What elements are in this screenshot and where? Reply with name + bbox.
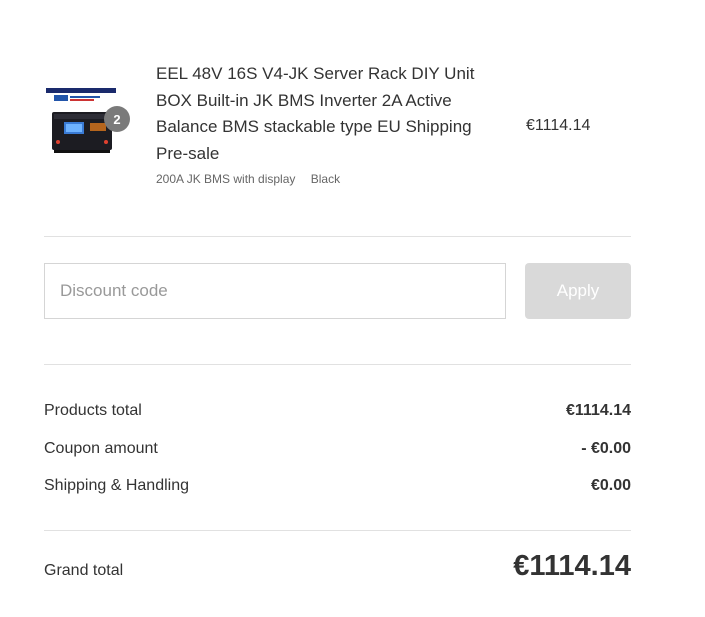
cart-line-item: 2 EEL 48V 16S V4-JK Server Rack DIY Unit… bbox=[44, 60, 631, 200]
quantity-badge: 2 bbox=[104, 106, 130, 132]
products-total-row: Products total €1114.14 bbox=[44, 402, 631, 420]
variant-color: Black bbox=[310, 172, 341, 186]
divider bbox=[44, 236, 631, 237]
divider bbox=[44, 364, 631, 365]
product-price: €1114.14 bbox=[526, 117, 591, 134]
product-variants: 200A JK BMS with display Black bbox=[156, 172, 352, 186]
shipping-label: Shipping & Handling bbox=[44, 477, 189, 494]
grand-total-label: Grand total bbox=[44, 562, 124, 579]
coupon-amount-label: Coupon amount bbox=[44, 440, 158, 457]
grand-total-row: Grand total €1114.14 bbox=[44, 550, 631, 583]
coupon-amount-value: - €0.00 bbox=[581, 440, 631, 457]
coupon-amount-row: Coupon amount - €0.00 bbox=[44, 440, 631, 458]
divider bbox=[44, 530, 631, 531]
discount-code-input[interactable] bbox=[44, 263, 506, 319]
grand-total-value: €1114.14 bbox=[513, 550, 631, 582]
shipping-value: €0.00 bbox=[590, 477, 631, 494]
product-thumbnail[interactable]: 2 bbox=[44, 86, 130, 160]
products-total-value: €1114.14 bbox=[566, 402, 631, 419]
products-total-label: Products total bbox=[44, 402, 142, 419]
product-name[interactable]: EEL 48V 16S V4-JK Server Rack DIY Unit B… bbox=[156, 61, 486, 167]
apply-button[interactable]: Apply bbox=[525, 263, 631, 319]
shipping-row: Shipping & Handling €0.00 bbox=[44, 477, 631, 495]
variant-bms: 200A JK BMS with display bbox=[156, 172, 296, 186]
